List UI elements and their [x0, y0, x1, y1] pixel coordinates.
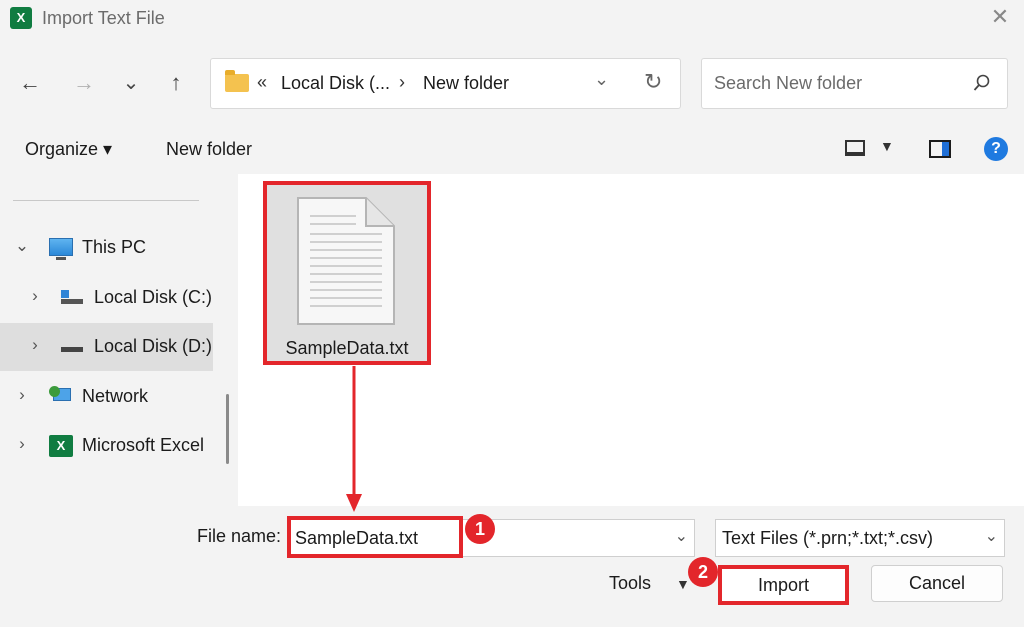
back-button[interactable]: ←	[16, 70, 44, 96]
navigation-pane: ⌄ This PC › Local Disk (C:) › Local Disk…	[0, 174, 238, 506]
step-1-badge: 1	[465, 514, 495, 544]
tools-menu[interactable]: Tools	[609, 573, 651, 594]
sidebar-item-network[interactable]: › Network	[0, 373, 213, 421]
recent-locations-button[interactable]: ⌄	[117, 70, 145, 96]
new-folder-button[interactable]: New folder	[166, 139, 252, 160]
drive-c-icon	[61, 290, 83, 304]
step-2-badge: 2	[688, 557, 718, 587]
sidebar-item-label: Microsoft Excel	[82, 435, 205, 455]
close-button[interactable]: ✕	[988, 4, 1012, 32]
sidebar-scrollbar[interactable]	[226, 394, 229, 464]
chevron-right-icon[interactable]: ›	[14, 434, 30, 454]
sidebar-item-label: This PC	[82, 237, 147, 257]
breadcrumb-local-disk[interactable]: Local Disk (...	[281, 73, 390, 94]
tools-dropdown-icon[interactable]: ▼	[676, 576, 690, 592]
file-name-highlight	[287, 516, 463, 558]
up-button[interactable]: ↑	[162, 70, 190, 96]
title-bar: X Import Text File ✕	[0, 0, 1024, 40]
sidebar-item-label: Local Disk (D:)	[94, 336, 213, 356]
chevron-down-icon[interactable]: ⌄	[985, 526, 998, 546]
chevron-down-icon[interactable]: ⌄	[675, 526, 688, 546]
computer-icon	[49, 238, 73, 260]
network-icon	[49, 386, 73, 406]
file-type-select[interactable]: Text Files (*.prn;*.txt;*.csv) ⌄	[715, 519, 1005, 557]
search-input[interactable]	[714, 73, 964, 94]
drive-d-icon	[61, 347, 83, 352]
folder-icon	[225, 70, 249, 92]
search-box[interactable]	[701, 58, 1008, 109]
forward-button[interactable]: →	[70, 70, 98, 96]
chevron-right-icon[interactable]: ›	[14, 385, 30, 405]
address-dropdown[interactable]: ⌄	[594, 69, 609, 90]
sidebar-item-microsoft-excel[interactable]: › X Microsoft Excel	[0, 422, 213, 470]
sidebar-item-this-pc[interactable]: ⌄ This PC	[0, 224, 213, 272]
breadcrumb-separator[interactable]: ›	[399, 72, 405, 93]
view-icon[interactable]	[845, 140, 865, 156]
excel-icon: X	[10, 7, 32, 29]
preview-pane-icon[interactable]	[929, 140, 951, 158]
file-type-value: Text Files (*.prn;*.txt;*.csv)	[722, 528, 934, 548]
search-icon[interactable]	[973, 74, 991, 92]
file-name-field-label: File name:	[197, 526, 282, 546]
command-bar: Organize ▾ New folder ▼ ?	[0, 126, 1024, 174]
sidebar-item-local-disk-c[interactable]: › Local Disk (C:)	[0, 274, 213, 322]
chevron-right-icon[interactable]: ›	[27, 335, 43, 355]
file-name-label: SampleData.txt	[285, 338, 409, 358]
import-button[interactable]: Import	[718, 565, 849, 605]
chevron-right-icon[interactable]: ›	[27, 286, 43, 306]
chevron-down-icon[interactable]: ⌄	[14, 236, 30, 256]
navigation-bar: ← → ⌄ ↑ « Local Disk (... › New folder ⌄…	[0, 40, 1024, 126]
help-icon[interactable]: ?	[984, 137, 1008, 161]
sidebar-item-label: Network	[82, 386, 149, 406]
view-dropdown-icon[interactable]: ▼	[880, 138, 894, 154]
window-title: Import Text File	[42, 8, 165, 28]
divider	[13, 200, 199, 201]
cancel-button[interactable]: Cancel	[871, 565, 1003, 602]
overflow-chevron[interactable]: «	[257, 72, 267, 93]
sidebar-item-label: Local Disk (C:)	[94, 287, 213, 307]
sidebar-item-local-disk-d[interactable]: › Local Disk (D:)	[0, 323, 213, 371]
excel-icon: X	[49, 435, 73, 457]
refresh-icon[interactable]: ↻	[644, 69, 662, 95]
breadcrumb-new-folder[interactable]: New folder	[423, 73, 509, 94]
organize-menu[interactable]: Organize ▾	[25, 139, 112, 160]
text-document-icon	[297, 197, 395, 325]
address-bar[interactable]: « Local Disk (... › New folder ⌄ ↻	[210, 58, 681, 109]
